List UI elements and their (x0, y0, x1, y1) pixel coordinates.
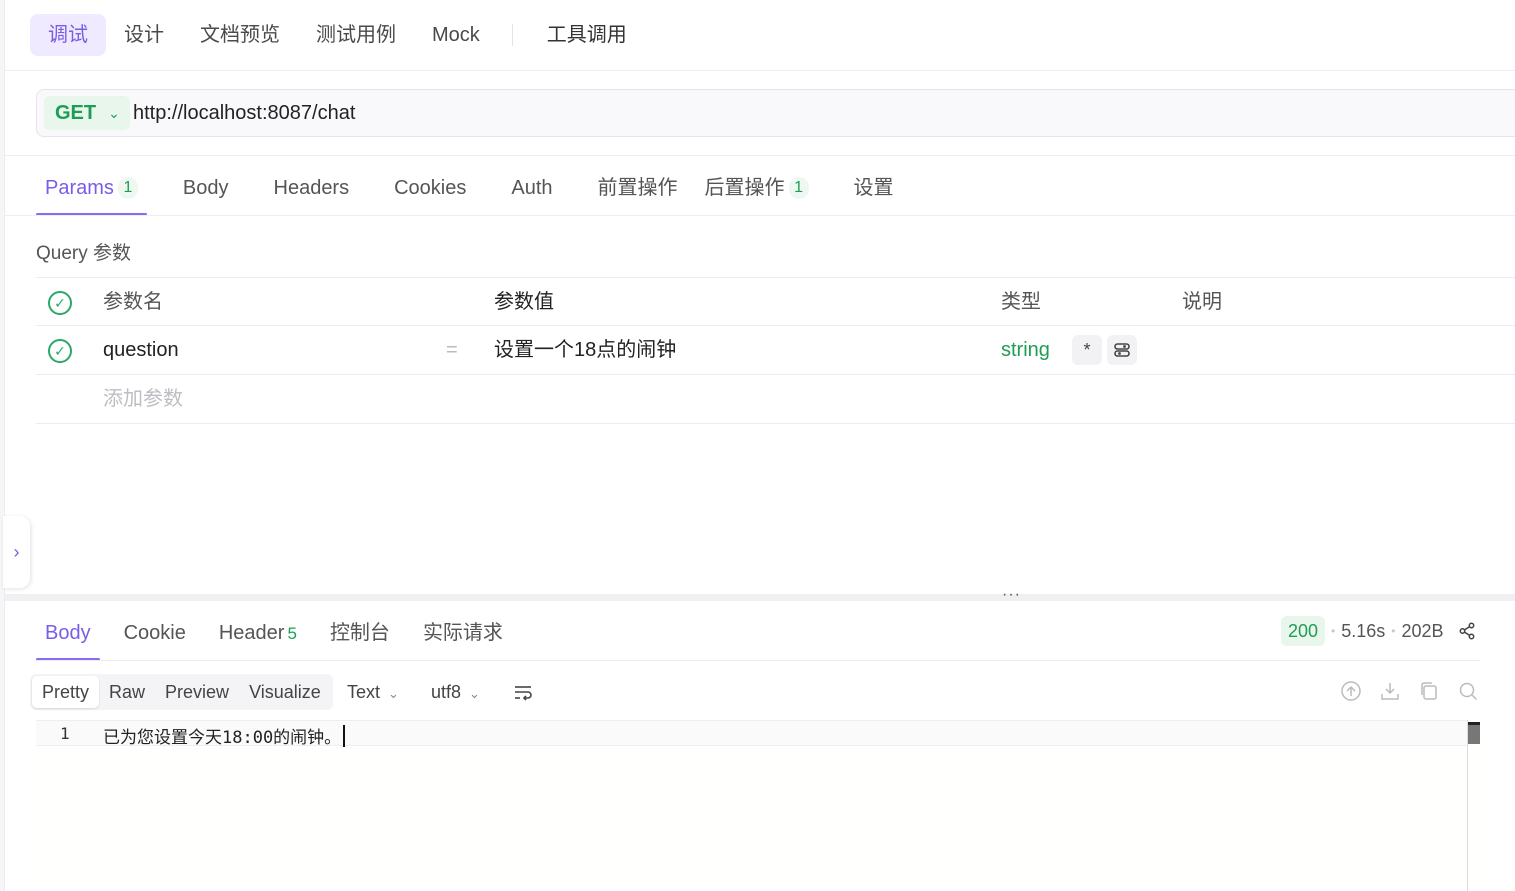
tab-cookies[interactable]: Cookies (385, 162, 475, 216)
param-value-field[interactable]: 设置一个18点的闹钟 (494, 326, 676, 374)
upload-icon[interactable] (1340, 680, 1362, 702)
col-header-type: 类型 (1001, 291, 1041, 313)
share-icon[interactable] (1458, 622, 1476, 640)
view-pretty-button[interactable]: Pretty (32, 676, 100, 708)
panel-splitter[interactable] (5, 594, 1515, 601)
top-tabs: 调试 设计 文档预览 测试用例 Mock 工具调用 (30, 12, 645, 58)
sidebar-toggle-button[interactable]: › (3, 516, 30, 588)
tab-mock[interactable]: Mock (414, 14, 498, 56)
tab-params[interactable]: Params 1 (36, 162, 147, 216)
view-mode-segment: Pretty Raw Preview Visualize (30, 674, 333, 710)
request-tabs: Params 1 Body Headers Cookies Auth 前置操作 后… (36, 162, 930, 216)
tab-post-actions-label: 后置操作 (704, 177, 785, 199)
chevron-down-icon: ⌄ (469, 686, 480, 701)
tab-console[interactable]: 控制台 (321, 605, 399, 661)
tab-settings[interactable]: 设置 (845, 162, 903, 216)
tab-design[interactable]: 设计 (106, 14, 182, 56)
tab-response-cookie[interactable]: Cookie (115, 605, 195, 661)
response-editor[interactable]: 1 已为您设置今天18:00的闹钟。 (36, 720, 1486, 891)
scrollbar-thumb[interactable] (1468, 722, 1480, 744)
check-icon: ✓ (54, 342, 66, 359)
encoding-select[interactable]: utf8 ⌄ (431, 678, 480, 706)
tab-response-header-label: Header (218, 622, 285, 644)
add-param-row: 添加参数 (36, 375, 1515, 424)
response-size: 202B (1401, 620, 1444, 641)
tab-headers[interactable]: Headers (265, 162, 359, 216)
tab-test-cases[interactable]: 测试用例 (298, 14, 414, 56)
response-status: 200 • 5.16s • 202B (1281, 616, 1476, 646)
view-visualize-button[interactable]: Visualize (239, 676, 331, 708)
post-actions-count-badge: 1 (788, 177, 809, 199)
divider (5, 155, 1515, 156)
query-section-label: Query 参数 (36, 243, 132, 264)
text-caret (343, 725, 346, 747)
divider (36, 660, 1480, 661)
response-tools (1340, 680, 1496, 702)
tab-post-actions[interactable]: 后置操作 1 (696, 162, 818, 216)
tab-doc-preview[interactable]: 文档预览 (182, 14, 298, 56)
equals-sign: = (446, 339, 458, 361)
tab-tool-call[interactable]: 工具调用 (529, 14, 645, 56)
tab-response-header[interactable]: Header 5 (210, 605, 306, 661)
view-raw-button[interactable]: Raw (99, 676, 155, 708)
line-number: 1 (60, 724, 70, 743)
col-header-value: 参数值 (494, 291, 554, 313)
response-body-text: 已为您设置今天18:00的闹钟。 (103, 723, 346, 748)
tab-separator (511, 24, 513, 46)
url-bar: GET ⌄ http://localhost:8087/chat (36, 89, 1515, 137)
params-count-badge: 1 (117, 177, 138, 199)
method-select[interactable]: GET ⌄ (44, 96, 130, 130)
tab-auth[interactable]: Auth (502, 162, 561, 216)
separator-dot: • (1391, 624, 1396, 638)
tab-actual-request[interactable]: 实际请求 (414, 605, 512, 661)
required-toggle[interactable]: * (1072, 335, 1102, 365)
method-label: GET (55, 101, 97, 124)
format-type-label: Text (347, 682, 381, 702)
param-name-field[interactable]: question (103, 326, 179, 374)
table-row: ✓ question = 设置一个18点的闹钟 string * (36, 326, 1515, 375)
scrollbar-track[interactable] (1467, 720, 1468, 891)
response-body-content: 已为您设置今天18:00的闹钟。 (103, 728, 342, 748)
separator-dot: • (1331, 624, 1336, 638)
tab-params-label: Params (45, 177, 114, 199)
tab-response-body[interactable]: Body (36, 605, 100, 661)
row-checkbox[interactable]: ✓ (48, 339, 72, 363)
view-preview-button[interactable]: Preview (155, 676, 239, 708)
left-rail (0, 0, 5, 891)
drag-handle-icon[interactable]: ··· (1002, 587, 1021, 603)
status-code-badge: 200 (1281, 616, 1326, 646)
col-header-desc: 说明 (1182, 291, 1222, 313)
select-all-checkbox[interactable]: ✓ (48, 291, 72, 315)
response-time: 5.16s (1341, 620, 1386, 641)
param-type-select[interactable]: string (1001, 326, 1050, 374)
format-type-select[interactable]: Text ⌄ (347, 678, 399, 706)
header-count-badge: 5 (287, 624, 297, 643)
tab-debug[interactable]: 调试 (30, 14, 106, 56)
params-table: ✓ 参数名 参数值 类型 说明 ✓ question = 设置一个18点的闹钟 … (36, 277, 1515, 424)
response-tabs: Body Cookie Header 5 控制台 实际请求 (36, 605, 527, 661)
chevron-down-icon: ⌄ (388, 686, 399, 701)
tab-body[interactable]: Body (174, 162, 238, 216)
settings-toggle-icon (1114, 343, 1130, 357)
editor-line: 1 已为您设置今天18:00的闹钟。 (36, 720, 1468, 748)
copy-icon[interactable] (1418, 680, 1440, 702)
add-param-input[interactable]: 添加参数 (103, 375, 183, 423)
check-icon: ✓ (54, 294, 66, 311)
url-input[interactable]: http://localhost:8087/chat (133, 102, 355, 125)
divider (5, 215, 1515, 216)
tab-pre-actions[interactable]: 前置操作 (589, 162, 687, 216)
chevron-down-icon: ⌄ (108, 104, 120, 121)
col-header-name: 参数名 (103, 291, 163, 313)
encoding-label: utf8 (431, 682, 462, 702)
chevron-right-icon: › (13, 541, 20, 562)
download-icon[interactable] (1379, 680, 1401, 702)
divider (5, 70, 1515, 71)
search-icon[interactable] (1457, 680, 1479, 702)
app-root: 调试 设计 文档预览 测试用例 Mock 工具调用 GET ⌄ http://l… (0, 0, 1515, 891)
param-settings-button[interactable] (1107, 335, 1137, 365)
table-header-row: ✓ 参数名 参数值 类型 说明 (36, 277, 1515, 326)
wrap-lines-icon[interactable] (512, 681, 534, 703)
